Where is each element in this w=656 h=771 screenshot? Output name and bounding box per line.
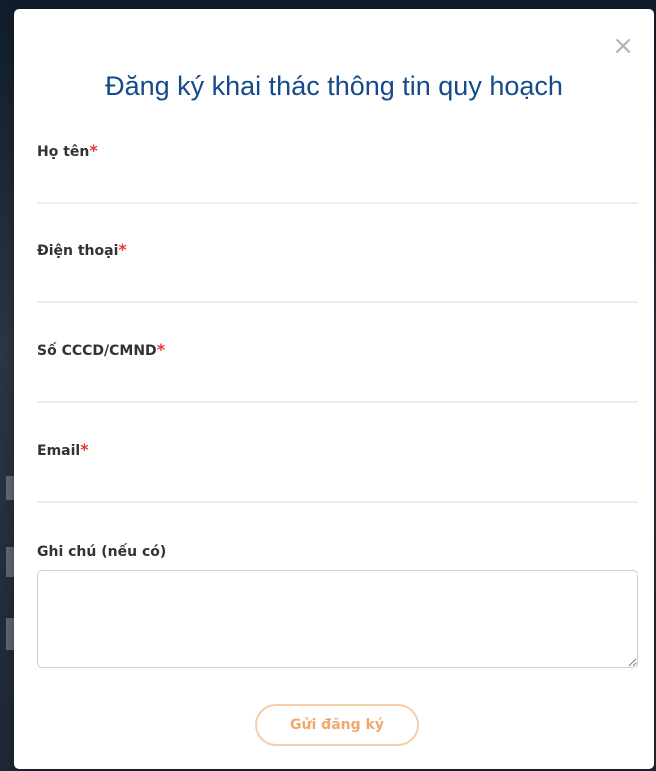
field-label-text: Số CCCD/CMND: [37, 343, 157, 359]
note-label: Ghi chú (nếu có): [37, 544, 167, 560]
full-name-input[interactable]: [37, 168, 638, 204]
field-phone: Điện thoại*: [37, 240, 638, 303]
field-label: Điện thoại*: [37, 240, 638, 259]
phone-input[interactable]: [37, 267, 638, 303]
field-id-number: Số CCCD/CMND*: [37, 340, 638, 403]
background-element: [6, 547, 14, 577]
field-email: Email*: [37, 440, 638, 503]
note-textarea[interactable]: [37, 570, 638, 668]
background-element: [6, 476, 14, 500]
background-element: [6, 618, 14, 650]
field-label-text: Họ tên: [37, 144, 90, 160]
field-label: Email*: [37, 440, 638, 459]
field-label: Số CCCD/CMND*: [37, 340, 638, 359]
required-marker: *: [80, 440, 89, 459]
modal-title: Đăng ký khai thác thông tin quy hoạch: [105, 71, 563, 101]
required-marker: *: [156, 340, 166, 359]
field-label-text: Email: [37, 443, 81, 459]
submit-button[interactable]: Gửi đăng ký: [255, 704, 419, 746]
email-input[interactable]: [37, 467, 638, 503]
id-number-input[interactable]: [37, 367, 638, 403]
field-label: Họ tên*: [37, 141, 638, 160]
field-label-text: Điện thoại: [37, 243, 119, 259]
field-full-name: Họ tên*: [37, 141, 638, 204]
registration-modal: × Đăng ký khai thác thông tin quy hoạch …: [14, 9, 654, 769]
required-marker: *: [118, 240, 127, 259]
close-icon[interactable]: ×: [612, 33, 634, 59]
required-marker: *: [89, 141, 98, 160]
field-note: Ghi chú (nếu có): [37, 544, 638, 668]
